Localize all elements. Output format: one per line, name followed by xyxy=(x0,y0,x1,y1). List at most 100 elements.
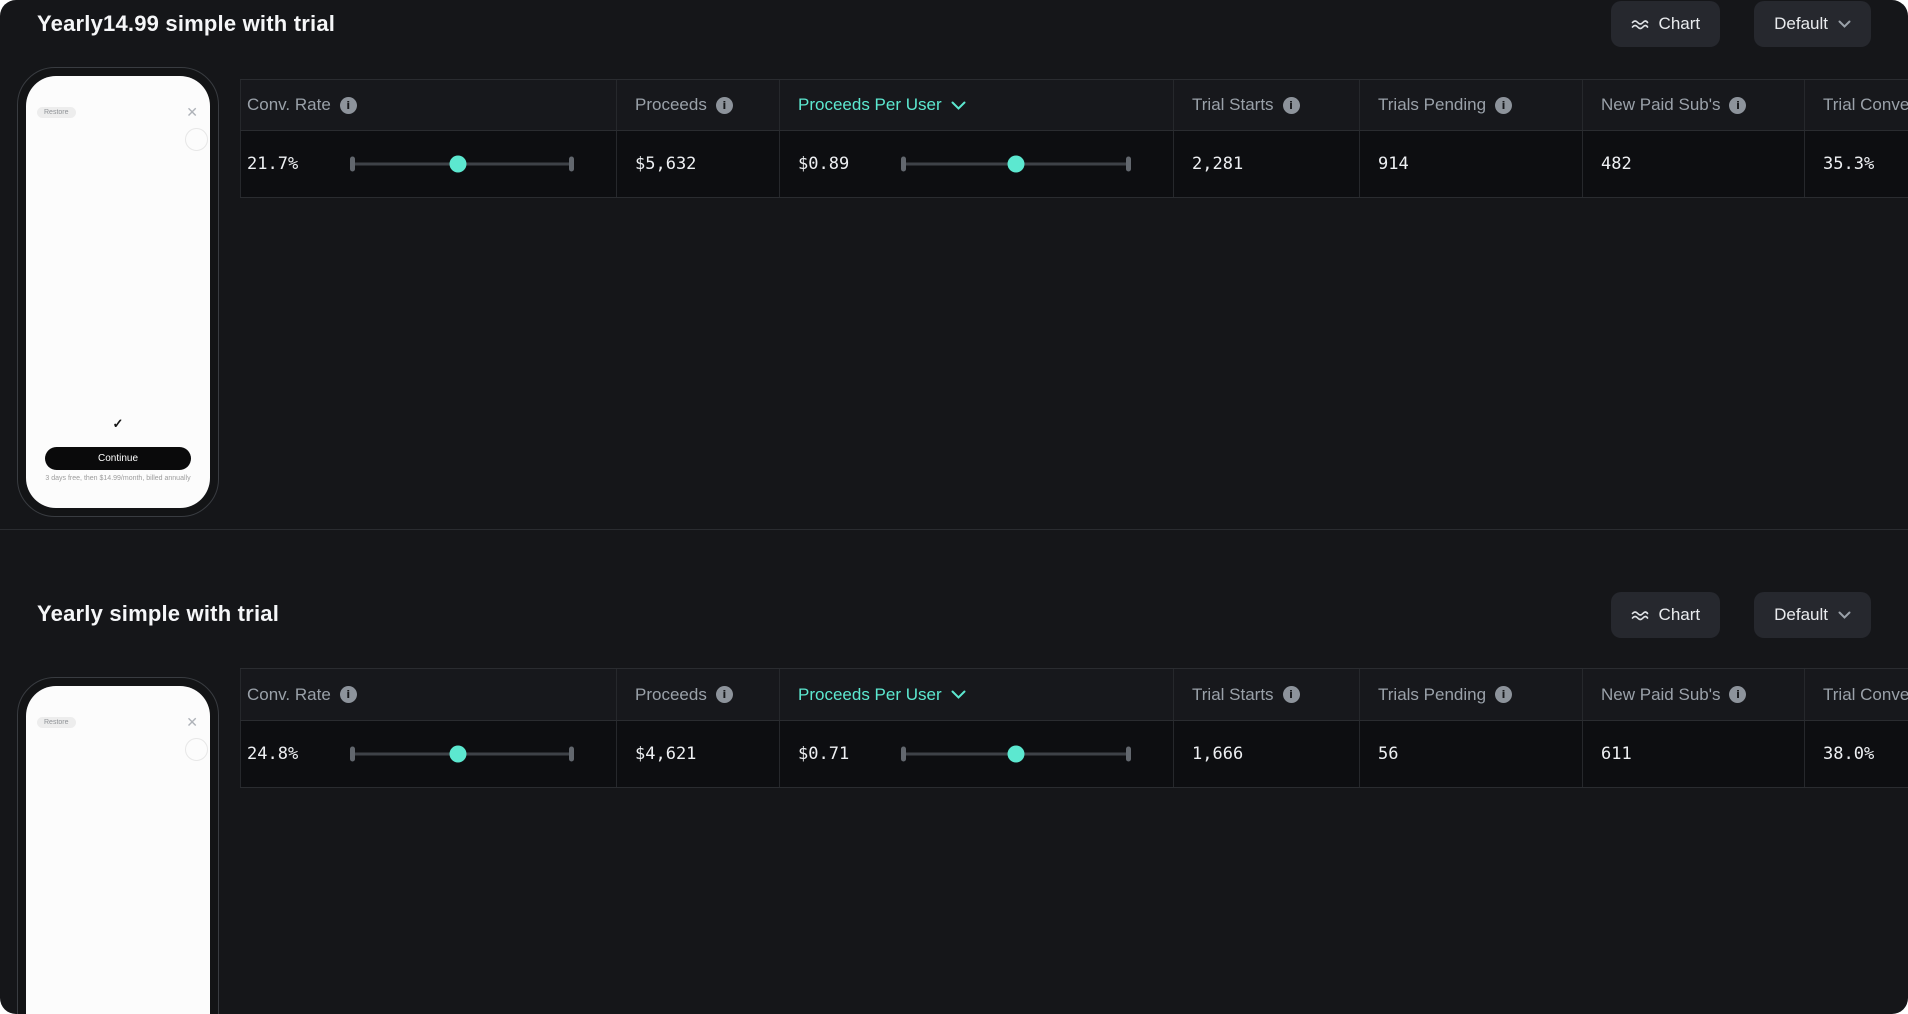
column-label: Trial Conversion xyxy=(1823,95,1908,115)
chart-button-label: Chart xyxy=(1659,14,1701,34)
column-label: Conv. Rate xyxy=(247,95,331,115)
proceeds-per-user-value: $0.89 xyxy=(798,154,901,174)
column-header-trials-pending[interactable]: Trials Pending i xyxy=(1360,80,1583,130)
restore-button: Restore xyxy=(37,107,76,118)
column-label: New Paid Sub's xyxy=(1601,685,1720,705)
column-label: Proceeds xyxy=(635,685,707,705)
slider-max-tick xyxy=(1126,747,1131,762)
info-icon[interactable]: i xyxy=(1283,686,1300,703)
trial-starts-cell: 1,666 xyxy=(1174,721,1360,787)
paywall-screen: Restore ✕ ✓ Continue 3 days free, then $… xyxy=(26,76,210,508)
section-actions: Chart Default xyxy=(1611,1,1871,47)
column-header-proceeds-per-user[interactable]: Proceeds Per User xyxy=(780,80,1174,130)
proceeds-per-user-value: $0.71 xyxy=(798,744,901,764)
trials-pending-cell: 914 xyxy=(1360,131,1583,197)
info-icon[interactable]: i xyxy=(1729,97,1746,114)
experiments-dashboard: Yearly14.99 simple with trial Chart Defa… xyxy=(0,0,1908,1014)
chart-button-label: Chart xyxy=(1659,605,1701,625)
proceeds-per-user-cell: $0.71 xyxy=(780,721,1174,787)
trials-pending-value: 56 xyxy=(1378,744,1398,764)
trial-starts-value: 1,666 xyxy=(1192,744,1243,764)
chevron-down-icon xyxy=(1838,20,1851,28)
slider-min-tick xyxy=(901,747,906,762)
column-label: Trial Conversion xyxy=(1823,685,1908,705)
slider-dot xyxy=(449,746,466,763)
info-icon[interactable]: i xyxy=(1495,97,1512,114)
info-icon[interactable]: i xyxy=(340,686,357,703)
column-label: Trial Starts xyxy=(1192,685,1274,705)
info-icon[interactable]: i xyxy=(716,97,733,114)
column-header-trial-conversion[interactable]: Trial Conversion i xyxy=(1805,80,1908,130)
slider-dot xyxy=(1008,156,1025,173)
metrics-header-row: Conv. Rate i Proceeds i Proceeds Per Use… xyxy=(240,668,1908,721)
column-header-proceeds[interactable]: Proceeds i xyxy=(617,669,780,720)
new-paid-subs-value: 611 xyxy=(1601,744,1632,764)
column-label: New Paid Sub's xyxy=(1601,95,1720,115)
experiment-section-2: Yearly simple with trial Chart Default C… xyxy=(0,531,1908,1014)
experiment-section-1: Yearly14.99 simple with trial Chart Defa… xyxy=(0,0,1908,530)
column-header-proceeds-per-user[interactable]: Proceeds Per User xyxy=(780,669,1174,720)
column-header-proceeds[interactable]: Proceeds i xyxy=(617,80,780,130)
section-title: Yearly simple with trial xyxy=(37,601,279,627)
info-icon[interactable]: i xyxy=(1495,686,1512,703)
view-dropdown[interactable]: Default xyxy=(1754,592,1871,638)
column-header-trial-starts[interactable]: Trial Starts i xyxy=(1174,80,1360,130)
checkmark-icon: ✓ xyxy=(113,416,124,432)
chart-button[interactable]: Chart xyxy=(1611,592,1721,638)
terms-text: 3 days free, then $14.99/month, billed a… xyxy=(26,475,210,482)
conv-rate-benchmark-slider xyxy=(350,745,574,763)
slider-min-tick xyxy=(901,157,906,172)
slider-max-tick xyxy=(1126,157,1131,172)
chart-button[interactable]: Chart xyxy=(1611,1,1721,47)
proceeds-value: $4,621 xyxy=(635,744,696,764)
chevron-down-icon xyxy=(951,690,966,699)
column-header-new-paid-subs[interactable]: New Paid Sub's i xyxy=(1583,80,1805,130)
proceeds-cell: $5,632 xyxy=(617,131,780,197)
slider-dot xyxy=(449,156,466,173)
trial-starts-value: 2,281 xyxy=(1192,154,1243,174)
column-label: Trials Pending xyxy=(1378,95,1486,115)
chart-wave-icon xyxy=(1631,609,1649,622)
trial-conversion-cell: 38.0% xyxy=(1805,721,1908,787)
conv-rate-cell: 24.8% xyxy=(240,721,617,787)
placeholder-circle xyxy=(185,128,208,151)
slider-max-tick xyxy=(569,157,574,172)
proceeds-value: $5,632 xyxy=(635,154,696,174)
paywall-screen: Restore ✕ ✓ Continue 3 days free, then $… xyxy=(26,686,210,1014)
column-header-trials-pending[interactable]: Trials Pending i xyxy=(1360,669,1583,720)
paywall-preview[interactable]: Restore ✕ ✓ Continue 3 days free, then $… xyxy=(17,67,219,517)
close-icon: ✕ xyxy=(186,714,198,731)
proceeds-per-user-cell: $0.89 xyxy=(780,131,1174,197)
close-icon: ✕ xyxy=(186,104,198,121)
paywall-preview[interactable]: Restore ✕ ✓ Continue 3 days free, then $… xyxy=(17,677,219,1014)
info-icon[interactable]: i xyxy=(340,97,357,114)
trial-conversion-value: 38.0% xyxy=(1823,744,1874,764)
view-dropdown[interactable]: Default xyxy=(1754,1,1871,47)
column-header-new-paid-subs[interactable]: New Paid Sub's i xyxy=(1583,669,1805,720)
trial-conversion-value: 35.3% xyxy=(1823,154,1874,174)
conv-rate-cell: 21.7% xyxy=(240,131,617,197)
info-icon[interactable]: i xyxy=(1729,686,1746,703)
info-icon[interactable]: i xyxy=(1283,97,1300,114)
chart-wave-icon xyxy=(1631,18,1649,31)
info-icon[interactable]: i xyxy=(716,686,733,703)
metrics-row: 21.7% $5,632 $0.89 xyxy=(240,131,1908,198)
view-dropdown-label: Default xyxy=(1774,14,1828,34)
column-header-conv-rate[interactable]: Conv. Rate i xyxy=(240,669,617,720)
new-paid-subs-cell: 611 xyxy=(1583,721,1805,787)
new-paid-subs-value: 482 xyxy=(1601,154,1632,174)
column-label: Trials Pending xyxy=(1378,685,1486,705)
proceeds-per-user-benchmark-slider xyxy=(901,155,1131,173)
section-title: Yearly14.99 simple with trial xyxy=(37,11,335,37)
column-label: Proceeds xyxy=(635,95,707,115)
slider-max-tick xyxy=(569,747,574,762)
column-label: Proceeds Per User xyxy=(798,95,942,115)
column-header-conv-rate[interactable]: Conv. Rate i xyxy=(240,80,617,130)
slider-min-tick xyxy=(350,157,355,172)
column-header-trial-starts[interactable]: Trial Starts i xyxy=(1174,669,1360,720)
trial-starts-cell: 2,281 xyxy=(1174,131,1360,197)
placeholder-circle xyxy=(185,738,208,761)
column-header-trial-conversion[interactable]: Trial Conversion i xyxy=(1805,669,1908,720)
column-label: Proceeds Per User xyxy=(798,685,942,705)
slider-min-tick xyxy=(350,747,355,762)
